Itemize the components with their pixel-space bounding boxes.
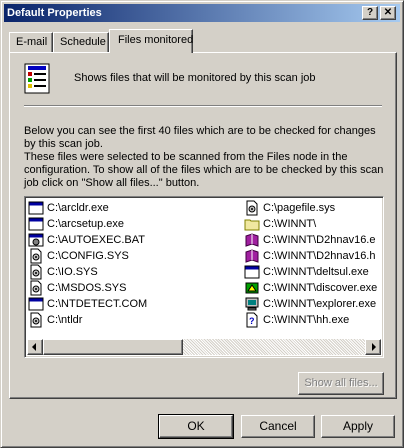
file-path-label: C:\WINNT\D2hnav16.e xyxy=(263,234,376,246)
close-button[interactable]: ✕ xyxy=(380,6,396,20)
files-list[interactable]: C:\arcldr.exe C:\arcsetup.exe C:\AUTOEXEC.… xyxy=(24,196,384,358)
tab-email[interactable]: E-mail xyxy=(9,32,53,52)
folder-icon xyxy=(244,219,260,231)
list-item[interactable]: C:\WINNT\deltsul.exe xyxy=(244,264,383,280)
list-item[interactable]: C:\WINNT\discover.exe xyxy=(244,280,383,296)
list-item[interactable]: C:\WINNT\D2hnav16.h xyxy=(244,248,383,264)
list-item[interactable]: C:\CONFIG.SYS xyxy=(28,248,238,264)
file-path-label: C:\MSDOS.SYS xyxy=(47,282,127,294)
file-path-label: C:\arcldr.exe xyxy=(47,202,109,214)
list-item[interactable]: C:\pagefile.sys xyxy=(244,200,383,216)
book-icon xyxy=(245,249,259,263)
scroll-right-button[interactable] xyxy=(365,339,381,355)
app-window-icon xyxy=(244,265,260,279)
file-path-label: C:\pagefile.sys xyxy=(263,202,336,214)
files-column-right: C:\pagefile.sys C:\WINNT\ C:\WINNT\D2hnav1… xyxy=(244,200,383,328)
system-file-icon xyxy=(30,264,42,280)
list-item[interactable]: C:\AUTOEXEC.BAT xyxy=(28,232,238,248)
file-path-label: C:\WINNT\explorer.exe xyxy=(263,298,377,310)
list-item[interactable]: C:\arcsetup.exe xyxy=(28,216,238,232)
file-path-label: C:\WINNT\D2hnav16.h xyxy=(263,250,376,262)
list-item[interactable]: C:\NTDETECT.COM xyxy=(28,296,238,312)
description-line-2: These files were selected to be scanned … xyxy=(24,151,384,189)
file-path-label: C:\WINNT\discover.exe xyxy=(263,282,378,294)
app-window-icon xyxy=(28,201,44,215)
tab-panel: Shows files that will be monitored by th… xyxy=(9,52,397,399)
file-path-label: C:\arcsetup.exe xyxy=(47,218,125,230)
window-title: Default Properties xyxy=(7,7,102,19)
list-item[interactable]: C:\WINNT\explorer.exe xyxy=(244,296,383,312)
list-item[interactable]: C:\IO.SYS xyxy=(28,264,238,280)
files-column-left: C:\arcldr.exe C:\arcsetup.exe C:\AUTOEXEC.… xyxy=(28,200,238,328)
batch-file-icon xyxy=(28,233,44,247)
scroll-thumb[interactable] xyxy=(43,339,183,355)
help-file-icon: ? xyxy=(246,312,258,328)
system-file-icon xyxy=(30,280,42,296)
help-button[interactable]: ? xyxy=(362,6,378,20)
list-item[interactable]: C:\WINNT\D2hnav16.e xyxy=(244,232,383,248)
system-file-icon xyxy=(30,248,42,264)
file-path-label: C:\CONFIG.SYS xyxy=(47,250,129,262)
tab-schedule[interactable]: Schedule xyxy=(53,32,109,52)
app-window-icon xyxy=(28,217,44,231)
title-bar[interactable]: Default Properties ? ✕ xyxy=(4,4,400,22)
system-file-icon xyxy=(30,312,42,328)
arrow-right-icon xyxy=(372,343,376,351)
tab-files-monitored[interactable]: Files monitored xyxy=(109,29,193,53)
description-text: Below you can see the first 40 files whi… xyxy=(24,125,386,190)
arrow-left-icon xyxy=(32,343,36,351)
discover-icon xyxy=(245,282,259,294)
description-line-1: Below you can see the first 40 files whi… xyxy=(24,125,376,150)
list-item[interactable]: C:\ntldr xyxy=(28,312,238,328)
computer-icon xyxy=(245,297,259,311)
file-path-label: C:\ntldr xyxy=(47,314,83,326)
divider xyxy=(24,105,382,107)
app-window-icon xyxy=(28,297,44,311)
show-all-files-button[interactable]: Show all files... xyxy=(298,372,384,395)
system-file-icon xyxy=(246,200,258,216)
header-description: Shows files that will be monitored by th… xyxy=(74,72,316,84)
file-path-label: C:\NTDETECT.COM xyxy=(47,298,148,310)
file-path-label: C:\IO.SYS xyxy=(47,266,98,278)
horizontal-scrollbar[interactable] xyxy=(27,339,381,355)
apply-button[interactable]: Apply xyxy=(321,415,395,438)
file-path-label: C:\WINNT\deltsul.exe xyxy=(263,266,369,278)
file-path-label: C:\WINNT\ xyxy=(263,218,317,230)
list-item[interactable]: C:\WINNT\ xyxy=(244,216,383,232)
properties-dialog: Default Properties ? ✕ E-mail Schedule F… xyxy=(0,0,404,448)
svg-text:?: ? xyxy=(249,316,255,326)
book-icon xyxy=(245,233,259,247)
list-item[interactable]: C:\MSDOS.SYS xyxy=(28,280,238,296)
list-item[interactable]: C:\arcldr.exe xyxy=(28,200,238,216)
cancel-button[interactable]: Cancel xyxy=(241,415,315,438)
ok-button[interactable]: OK xyxy=(158,414,234,439)
file-path-label: C:\AUTOEXEC.BAT xyxy=(47,234,146,246)
list-item[interactable]: ? C:\WINNT\hh.exe xyxy=(244,312,383,328)
scroll-left-button[interactable] xyxy=(27,339,43,355)
monitor-list-icon xyxy=(24,63,50,94)
file-path-label: C:\WINNT\hh.exe xyxy=(263,314,350,326)
